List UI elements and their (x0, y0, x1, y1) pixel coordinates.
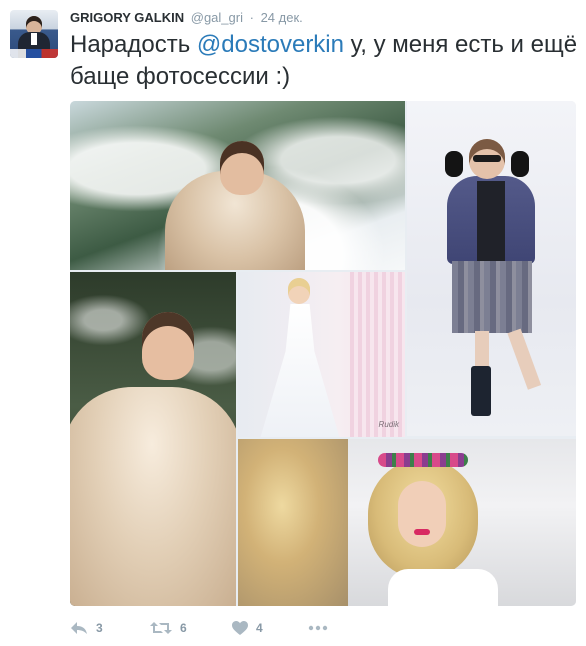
portrait-head (288, 278, 310, 304)
like-button[interactable]: 4 (232, 618, 263, 638)
kilt (452, 261, 532, 333)
author-name[interactable]: GRIGORY GALKIN (70, 10, 184, 25)
photo-wedding-dress[interactable]: Rudik (238, 272, 405, 437)
sunglasses (473, 155, 501, 162)
flower-crown (378, 453, 468, 467)
more-button[interactable] (308, 618, 328, 638)
tweet-date[interactable]: 24 дек. (261, 10, 303, 25)
avatar-shirt (31, 33, 37, 45)
photo-mirror-portrait[interactable] (238, 439, 576, 606)
header-separator: · (249, 10, 254, 25)
portrait-face (142, 312, 194, 380)
reply-count: 3 (96, 621, 103, 635)
tweet-text-start: Нарадость (70, 31, 197, 58)
curtain (350, 272, 405, 437)
heart-icon (232, 621, 248, 635)
more-icon (308, 625, 328, 631)
lips (414, 529, 430, 535)
tweet-header: GRIGORY GALKIN @gal_gri · 24 дек. (70, 9, 303, 27)
portrait-face (220, 141, 264, 195)
photo-snow-fur-coat[interactable] (70, 101, 405, 270)
glove-left (445, 151, 463, 177)
avatar-flag (10, 49, 58, 58)
retweet-count: 6 (180, 621, 187, 635)
mirror-reflection (238, 439, 348, 606)
like-count: 4 (256, 621, 263, 635)
boot (471, 366, 491, 416)
reply-button[interactable]: 3 (70, 618, 103, 638)
fur-coat (70, 387, 236, 606)
photographer-watermark: Rudik (378, 420, 399, 429)
leg-right (507, 328, 542, 390)
wedding-dress (260, 304, 340, 437)
mention-link[interactable]: @dostoverkin (197, 31, 344, 58)
reply-icon (70, 621, 88, 635)
white-dress (388, 569, 498, 606)
tweet-text: Нарадость @dostoverkin у, у меня есть и … (70, 29, 580, 93)
retweet-button[interactable]: 6 (150, 618, 187, 638)
avatar[interactable] (10, 10, 58, 58)
author-handle[interactable]: @gal_gri (191, 10, 243, 25)
media-collage[interactable]: Rudik (70, 101, 576, 606)
portrait-face (398, 481, 446, 547)
photo-fur-portrait[interactable] (70, 272, 236, 606)
retweet-icon (150, 621, 172, 635)
photo-kilt[interactable] (407, 101, 576, 436)
glove-right (511, 151, 529, 177)
shirt (477, 181, 505, 261)
tweet-actions: 3 6 4 (70, 618, 370, 638)
